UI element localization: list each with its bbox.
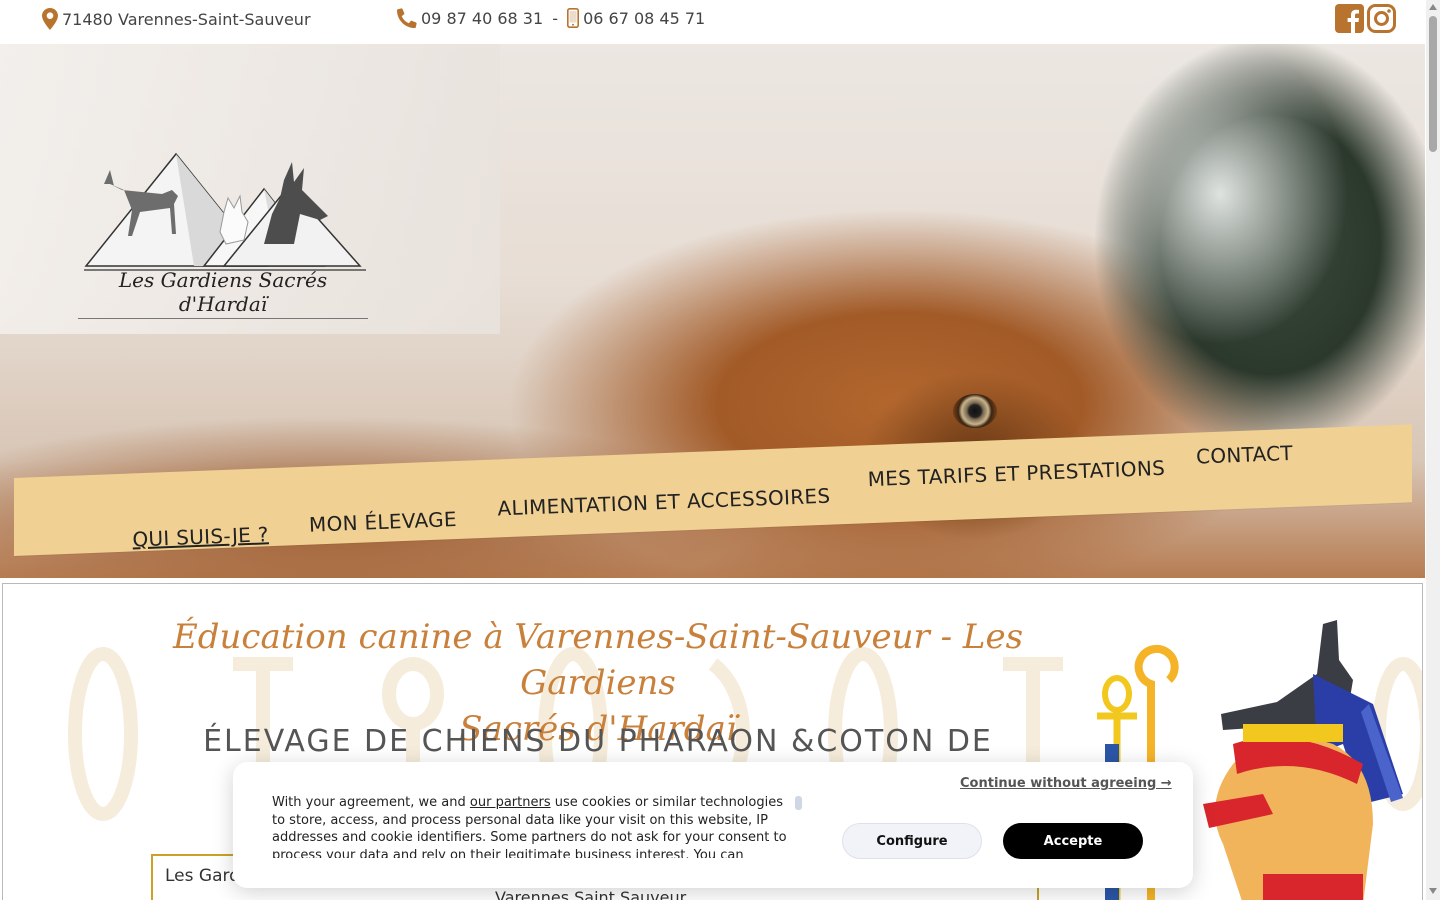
intro-location-text: Varennes Saint Sauveur [495, 888, 687, 900]
nav-item-contact[interactable]: Contact [1196, 441, 1294, 469]
facebook-icon [1335, 4, 1364, 33]
accept-button[interactable]: Accepte [1003, 823, 1143, 859]
scroll-up-arrow-icon[interactable] [1429, 4, 1437, 10]
intro-box-text: Les Gard [165, 866, 240, 886]
cookie-text-scrollbar[interactable] [795, 796, 802, 810]
address-text: 71480 Varennes-Saint-Sauveur [62, 9, 311, 29]
cookie-text-intro: With your agreement, we and [272, 795, 470, 810]
instagram-icon [1367, 4, 1396, 33]
nav-item-alimentation[interactable]: Alimentation et accessoires [497, 484, 831, 521]
page-title-line-1: Éducation canine à Varennes-Saint-Sauveu… [172, 617, 1024, 703]
configure-button[interactable]: Configure [842, 823, 982, 859]
phone-fixed-link[interactable]: 09 87 40 68 31 [421, 9, 543, 28]
phone-numbers: 09 87 40 68 31 - 06 67 08 45 71 [397, 8, 705, 28]
page-subtitle: ÉLEVAGE DE CHIENS DU PHARAON &COTON DE [203, 724, 993, 759]
address: 71480 Varennes-Saint-Sauveur [42, 8, 311, 30]
page: 71480 Varennes-Saint-Sauveur 09 87 40 68… [0, 0, 1440, 900]
cookie-consent-banner: With your agreement, we and our partners… [233, 762, 1193, 888]
site-logo[interactable]: Les Gardiens Sacrés d'Hardaï [74, 144, 374, 319]
hero-dog-eye [953, 394, 997, 428]
phone-icon [397, 8, 417, 28]
logo-text: Les Gardiens Sacrés d'Hardaï [78, 268, 368, 319]
nav-item-tarifs[interactable]: Mes tarifs et prestations [867, 456, 1165, 491]
nav-item-mon-elevage[interactable]: Mon élevage [309, 507, 458, 537]
page-scrollbar[interactable] [1426, 0, 1440, 900]
phone-separator: - [547, 8, 564, 28]
facebook-link[interactable] [1335, 4, 1364, 33]
phone-mobile-link[interactable]: 06 67 08 45 71 [583, 9, 705, 28]
scroll-down-arrow-icon[interactable] [1429, 888, 1437, 894]
map-marker-icon [42, 8, 58, 30]
continue-without-agreeing-link[interactable]: Continue without agreeing → [960, 776, 1172, 791]
scrollbar-thumb[interactable] [1429, 16, 1437, 152]
cookie-partners-link[interactable]: our partners [470, 795, 551, 810]
mobile-phone-icon [567, 8, 580, 28]
instagram-link[interactable] [1367, 4, 1396, 33]
cookie-consent-text: With your agreement, we and our partners… [272, 794, 792, 858]
top-bar: 71480 Varennes-Saint-Sauveur 09 87 40 68… [0, 0, 1440, 44]
